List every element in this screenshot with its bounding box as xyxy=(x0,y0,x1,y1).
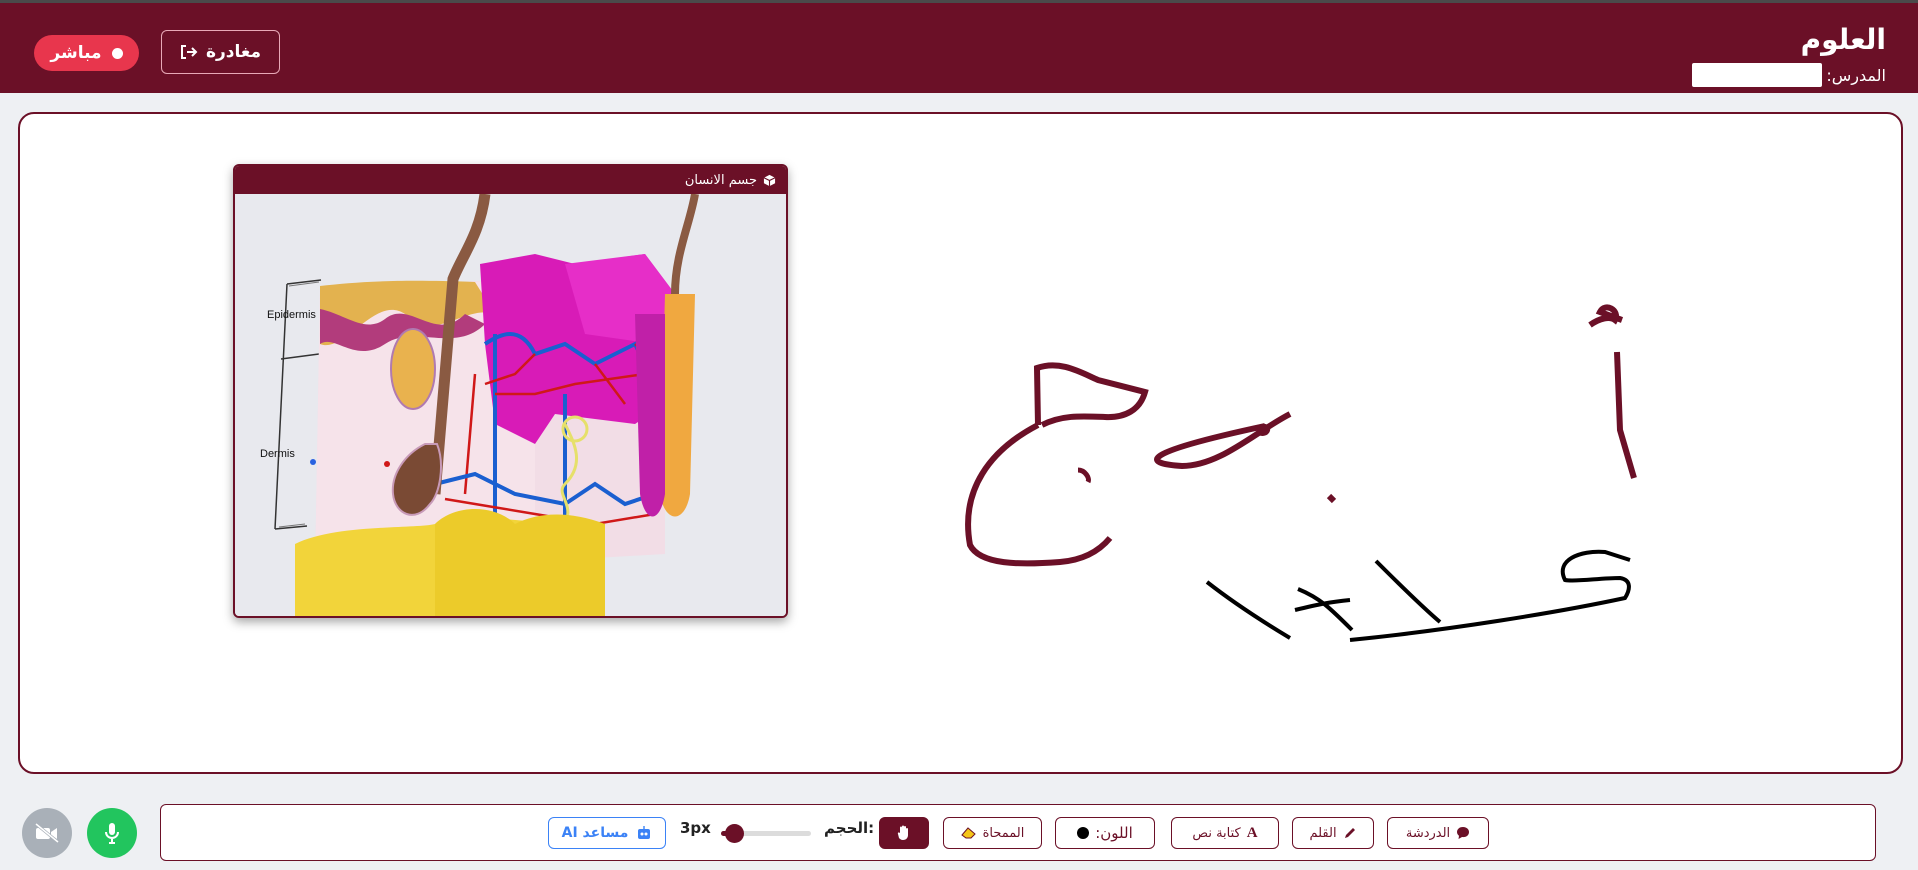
size-slider[interactable] xyxy=(721,824,811,843)
text-label: كتابة نص xyxy=(1192,825,1241,841)
comment-icon xyxy=(1457,827,1470,839)
teacher-name-field xyxy=(1692,63,1823,87)
model-window-title: جسم الانسان xyxy=(684,172,757,188)
model-window[interactable]: جسم الانسان Epidermis Dermis xyxy=(233,164,788,618)
class-title: العلوم xyxy=(1800,23,1886,56)
pen-icon xyxy=(1344,828,1355,838)
video-slash-icon xyxy=(35,823,59,843)
app-header: العلوم المدرس: مغادرة مباشر xyxy=(0,3,1918,93)
robot-icon xyxy=(638,826,651,839)
teacher-info: المدرس: xyxy=(1692,63,1886,87)
live-label: مباشر xyxy=(50,43,102,63)
microphone-icon xyxy=(105,823,119,844)
toolbar: الدردشة القلم A كتابة نص اللون: الممحاة … xyxy=(160,804,1876,861)
eraser-label: الممحاة xyxy=(982,825,1025,841)
color-label: اللون: xyxy=(1095,824,1133,842)
epidermis-label: Epidermis xyxy=(267,309,316,321)
leave-button[interactable]: مغادرة xyxy=(161,30,280,74)
camera-button[interactable] xyxy=(22,808,72,858)
eraser-button[interactable]: الممحاة xyxy=(943,817,1042,849)
chat-label: الدردشة xyxy=(1405,825,1451,841)
pen-button[interactable]: القلم xyxy=(1292,817,1374,849)
skin-cross-section-image[interactable]: Epidermis Dermis xyxy=(235,194,786,616)
chat-button[interactable]: الدردشة xyxy=(1387,817,1489,849)
size-value: 3px xyxy=(680,819,711,837)
sign-out-icon xyxy=(180,45,198,59)
font-icon: A xyxy=(1246,824,1258,841)
leave-label: مغادرة xyxy=(205,42,262,62)
ai-label: مساعد AI xyxy=(561,825,629,841)
pen-label: القلم xyxy=(1309,825,1337,841)
hand-icon xyxy=(897,825,908,840)
cube-icon xyxy=(763,174,776,186)
model-window-header[interactable]: جسم الانسان xyxy=(235,166,786,194)
hand-button[interactable] xyxy=(879,817,929,849)
dermis-label: Dermis xyxy=(260,448,295,460)
size-label: الحجم: xyxy=(824,819,875,837)
color-picker[interactable]: اللون: xyxy=(1055,817,1155,849)
microphone-button[interactable] xyxy=(87,808,137,858)
color-swatch xyxy=(1077,827,1090,839)
ai-assistant-button[interactable]: مساعد AI xyxy=(548,817,666,849)
teacher-label: المدرس: xyxy=(1826,65,1886,85)
live-badge: مباشر xyxy=(34,35,139,71)
eraser-icon xyxy=(960,827,976,839)
text-button[interactable]: A كتابة نص xyxy=(1171,817,1279,849)
size-slider-thumb[interactable] xyxy=(725,824,745,843)
live-dot-icon xyxy=(111,47,123,59)
